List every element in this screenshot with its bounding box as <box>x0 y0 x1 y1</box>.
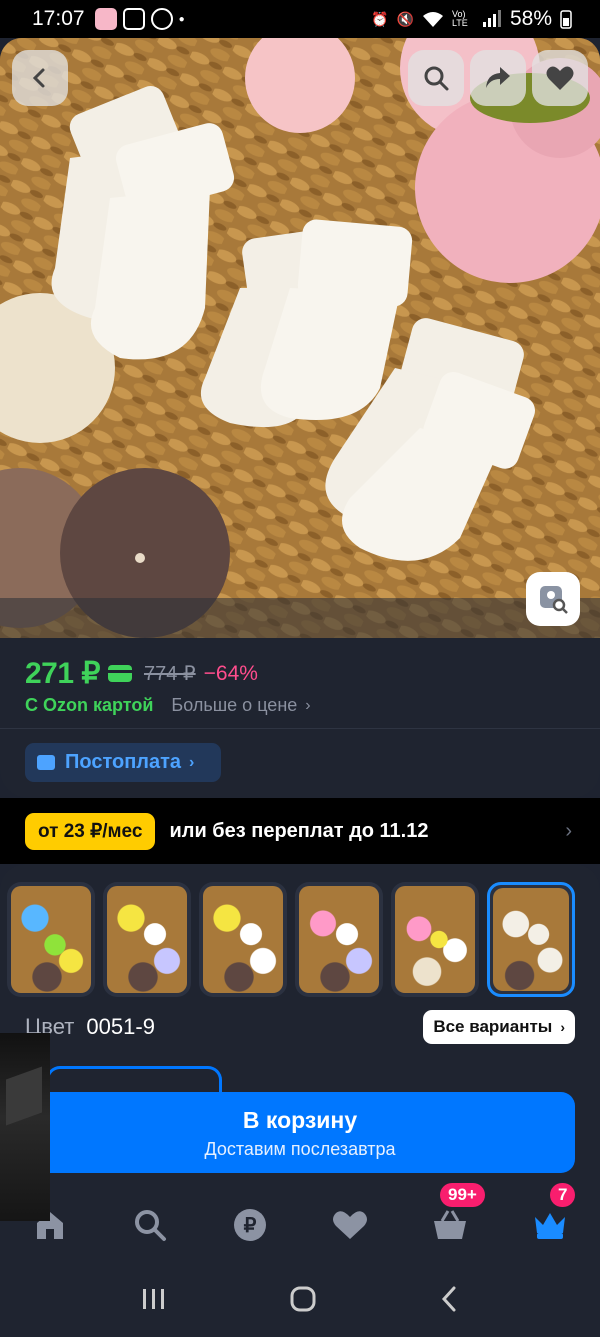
postpay-icon <box>37 755 55 770</box>
nav-cart[interactable]: 99+ <box>420 1183 485 1255</box>
battery-icon <box>560 10 572 29</box>
chevron-right-icon: › <box>305 696 311 714</box>
volte-label: Vo) LTE <box>451 9 468 28</box>
installment-text: или без переплат до 11.12 <box>169 819 429 842</box>
ruble-icon: ₽ <box>234 1209 266 1241</box>
delivery-info: Доставим послезавтра <box>204 1139 396 1159</box>
nav-profile[interactable]: 7 <box>520 1183 580 1255</box>
all-variants-button[interactable]: Все варианты › <box>423 1010 575 1044</box>
discount-percent: −64% <box>203 661 258 685</box>
heart-icon <box>546 66 574 90</box>
profile-count-badge: 7 <box>550 1183 576 1207</box>
variant-thumbnail[interactable] <box>199 882 287 997</box>
variant-thumbnail[interactable] <box>103 882 191 997</box>
add-to-cart-button[interactable]: В корзину Доставим послезавтра <box>25 1092 575 1173</box>
search-icon <box>135 1210 166 1241</box>
more-notifications-dot-icon: ● <box>178 13 185 25</box>
postpay-label: Постоплата <box>65 751 182 773</box>
color-value: 0051-9 <box>86 1014 155 1039</box>
cart-count-badge: 99+ <box>440 1183 485 1207</box>
socks-photo <box>0 38 600 638</box>
wifi-icon <box>422 12 443 27</box>
nav-favorites[interactable] <box>320 1195 380 1255</box>
add-to-cart-label: В корзину <box>242 1107 358 1133</box>
search-button[interactable] <box>408 50 464 106</box>
variant-thumbnail[interactable] <box>391 882 479 997</box>
chevron-right-icon: › <box>560 1019 565 1035</box>
battery-percent: 58% <box>509 7 552 30</box>
mute-icon: 🔇 <box>396 10 414 27</box>
nav-finance[interactable]: ₽ <box>220 1195 280 1255</box>
variant-thumbnails <box>7 882 575 997</box>
product-image[interactable] <box>0 38 600 638</box>
variant-thumbnail[interactable] <box>295 882 383 997</box>
alarm-icon: ⏰ <box>371 10 389 27</box>
variant-thumbnail[interactable] <box>7 882 95 997</box>
bottom-nav: ₽ 99+ 7 <box>0 1183 600 1260</box>
ozon-card-icon <box>107 665 132 682</box>
basket-icon <box>434 1210 466 1239</box>
status-bar: 17:07 ● ⏰ 🔇 Vo) LTE 58% <box>0 0 600 38</box>
price-card: 271 ₽ 774 ₽ −64% С Ozon картой Больше о … <box>0 638 600 798</box>
recent-apps-icon[interactable] <box>141 1287 167 1311</box>
installment-banner[interactable]: от 23 ₽/мес или без переплат до 11.12 › <box>0 798 600 864</box>
favorite-button[interactable] <box>532 50 588 106</box>
system-navigation-bar <box>0 1260 600 1337</box>
back-button[interactable] <box>12 50 68 106</box>
chevron-left-icon <box>32 68 45 88</box>
share-arrow-icon <box>486 67 510 88</box>
back-icon[interactable] <box>439 1285 459 1313</box>
status-time: 17:07 <box>32 7 85 30</box>
divider <box>0 728 600 729</box>
installment-badge: от 23 ₽/мес <box>25 812 156 850</box>
postpay-button[interactable]: Постоплата › <box>25 743 221 782</box>
whatsapp-notification-icon <box>150 8 173 30</box>
more-price-label: Больше о цене <box>171 695 298 715</box>
gallery-notification-icon <box>122 8 145 30</box>
crown-icon <box>535 1213 565 1239</box>
visual-search-icon <box>540 586 568 614</box>
search-icon <box>424 66 449 91</box>
chevron-right-icon: › <box>189 753 195 771</box>
heart-icon <box>333 1211 367 1239</box>
nav-search[interactable] <box>120 1195 180 1255</box>
current-price: 271 ₽ <box>25 657 100 690</box>
old-price: 774 ₽ <box>143 663 196 685</box>
svg-text:₽: ₽ <box>244 1215 257 1237</box>
chevron-right-icon: › <box>565 820 572 842</box>
variant-thumbnail-selected[interactable] <box>487 882 575 997</box>
signal-icon <box>482 10 501 27</box>
all-variants-label: Все варианты <box>433 1017 553 1036</box>
visual-search-button[interactable] <box>526 572 580 626</box>
ozon-card-label: С Ozon картой <box>25 695 154 715</box>
home-circle-icon[interactable] <box>289 1285 317 1313</box>
share-button[interactable] <box>470 50 526 106</box>
price-details-link[interactable]: С Ozon картой Больше о цене › <box>25 695 311 716</box>
floating-video-preview[interactable] <box>0 1033 50 1221</box>
app-notification-icon <box>94 8 117 30</box>
